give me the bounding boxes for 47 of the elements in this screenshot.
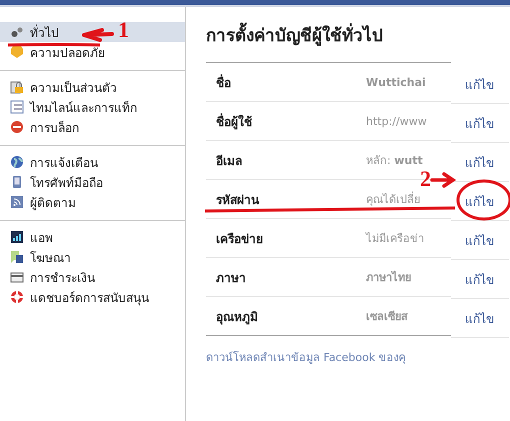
sidebar-item[interactable]: แดชบอร์ดการสนับสนุน bbox=[0, 287, 185, 307]
shield-icon bbox=[10, 45, 24, 59]
setting-value: เซลเซียส bbox=[366, 309, 408, 325]
phone-icon bbox=[10, 175, 24, 189]
setting-value: ไม่มีเครือข่า bbox=[366, 231, 424, 247]
feed-icon bbox=[10, 195, 24, 209]
setting-value: Wuttichai bbox=[366, 76, 426, 88]
download-link[interactable]: ดาวน์โหลดสำเนาข้อมูล Facebook ของคุ bbox=[206, 348, 451, 366]
setting-label: อุณหภูมิ bbox=[216, 308, 259, 326]
sidebar-item[interactable]: การบล็อก bbox=[0, 117, 185, 137]
edit-link[interactable]: แก้ไข bbox=[451, 65, 509, 104]
edit-link[interactable]: แก้ไข bbox=[451, 182, 509, 221]
setting-value: หลัก: wutt bbox=[366, 153, 423, 169]
arrow-mark bbox=[82, 28, 114, 42]
setting-label: ชื่อผู้ใช้ bbox=[216, 112, 253, 130]
sidebar-item[interactable]: แอพ bbox=[0, 227, 185, 247]
edit-link[interactable]: แก้ไข bbox=[451, 143, 509, 182]
sidebar-item[interactable]: การชำระเงิน bbox=[0, 267, 185, 287]
block-icon bbox=[10, 120, 24, 134]
sidebar-item[interactable]: ความปลอดภัย bbox=[0, 42, 185, 62]
sidebar-item[interactable]: การแจ้งเตือน bbox=[0, 152, 185, 172]
edit-link[interactable]: แก้ไข bbox=[451, 104, 509, 143]
lifebuoy-icon bbox=[10, 290, 24, 304]
sidebar-item[interactable]: โทรศัพท์มือถือ bbox=[0, 172, 185, 192]
setting-value: ภาษาไทย bbox=[366, 270, 411, 286]
card-icon bbox=[10, 270, 24, 284]
setting-label: ชื่อ bbox=[216, 73, 232, 92]
sidebar-item[interactable]: ไทมไลน์และการแท็ก bbox=[0, 97, 185, 117]
edit-link[interactable]: แก้ไข bbox=[451, 260, 509, 299]
sidebar-item[interactable]: โฆษณา bbox=[0, 247, 185, 267]
lock-icon bbox=[10, 80, 24, 94]
arrow-mark bbox=[430, 172, 456, 188]
annotation-number: 1 bbox=[118, 19, 129, 41]
page-title: การตั้งค่าบัญชีผู้ใช้ทั่วไป bbox=[206, 21, 451, 48]
setting-label: รหัสผ่าน bbox=[216, 192, 260, 208]
setting-value: คุณได้เปลี่ย bbox=[366, 190, 420, 208]
sidebar-item[interactable]: ผู้ติดตาม bbox=[0, 192, 185, 212]
sidebar-item[interactable]: ความเป็นส่วนตัว bbox=[0, 77, 185, 97]
setting-label: อีเมล bbox=[216, 152, 243, 170]
setting-label: เครือข่าย bbox=[216, 230, 264, 248]
setting-value: http://www bbox=[366, 114, 427, 128]
annotation-number: 2 bbox=[420, 168, 431, 190]
edit-link[interactable]: แก้ไข bbox=[451, 221, 509, 260]
edit-link[interactable]: แก้ไข bbox=[451, 299, 509, 338]
globe-icon bbox=[10, 155, 24, 169]
circle-mark bbox=[456, 180, 510, 220]
setting-label: ภาษา bbox=[216, 270, 247, 286]
